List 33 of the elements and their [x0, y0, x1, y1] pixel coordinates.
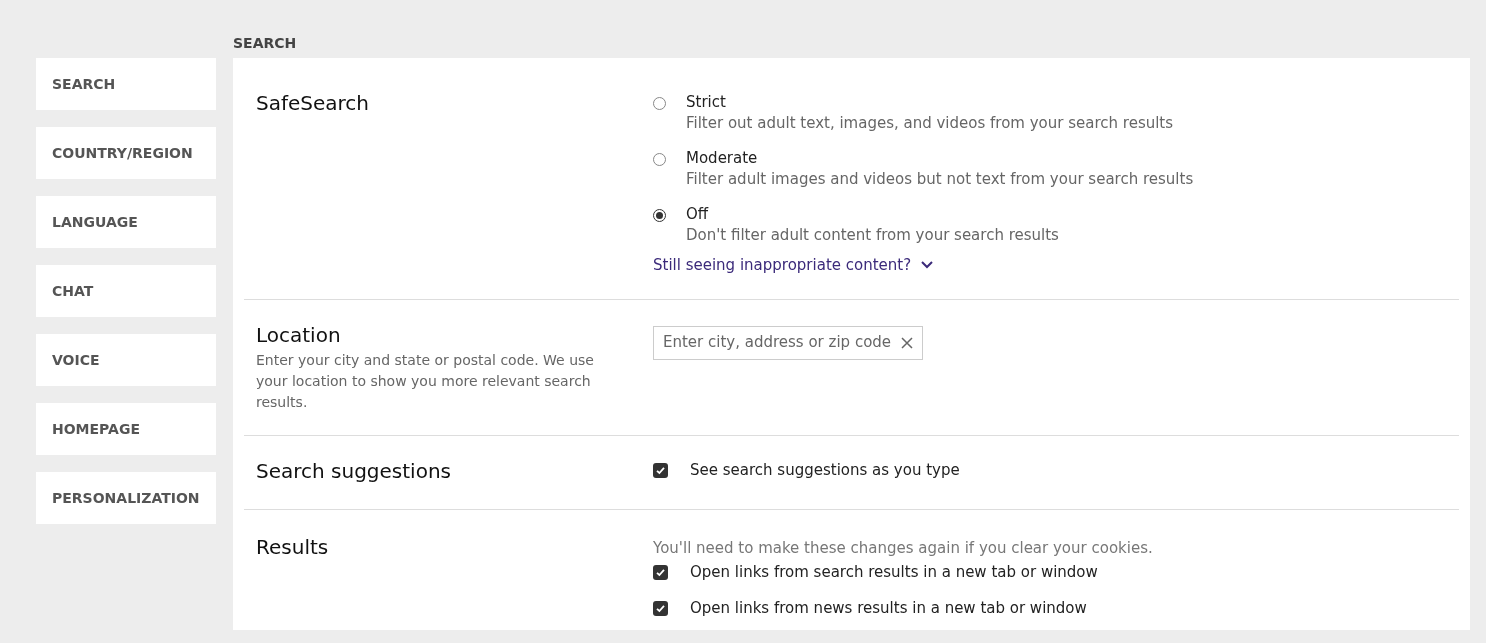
checkbox[interactable] [653, 565, 668, 580]
location-field[interactable]: Enter city, address or zip code [653, 325, 923, 360]
section-description: Enter your city and state or postal code. We use your location to show you more relevant search results. [256, 350, 595, 412]
section-title: Search suggestions [256, 457, 452, 484]
option-label: Strict [686, 92, 727, 112]
checkbox[interactable] [653, 601, 668, 616]
checkbox-label: Open links from search results in a new tab or window [690, 562, 1098, 584]
checkmark-icon [655, 567, 666, 578]
clear-icon[interactable] [901, 336, 913, 349]
sidebar-item[interactable]: VOICE [36, 334, 216, 386]
expand-link[interactable]: Still seeing inappropriate content? [653, 254, 934, 277]
option-label: Off [686, 204, 710, 224]
sidebar-item[interactable]: COUNTRY/REGION [36, 127, 216, 179]
sidebar-item[interactable]: PERSONALIZATION [36, 472, 216, 524]
sidebar-item[interactable]: HOMEPAGE [36, 403, 216, 455]
checkbox-label: Open links from news results in a new tab or window [690, 598, 1087, 620]
section-title: Location [256, 321, 342, 348]
checkbox[interactable] [653, 463, 668, 478]
option-description: Filter out adult text, images, and videos from your search results [686, 113, 1174, 134]
section-title: Results [256, 533, 330, 560]
sidebar-item[interactable]: LANGUAGE [36, 196, 216, 248]
note-text: You'll need to make these changes again if you clear your cookies. [653, 537, 1154, 558]
option-description: Don't filter adult content from your search results [686, 225, 1059, 246]
checkmark-icon [655, 603, 666, 614]
section-heading: SEARCH [233, 34, 298, 53]
option-label: Moderate [686, 148, 759, 168]
option-description: Filter adult images and videos but not text from your search results [686, 169, 1194, 190]
checkbox-label: See search suggestions as you type [690, 460, 960, 482]
sidebar-item[interactable]: SEARCH [36, 58, 216, 110]
section-title: SafeSearch [256, 90, 370, 116]
sidebar-item[interactable]: CHAT [36, 265, 216, 317]
checkmark-icon [655, 465, 666, 476]
chevron-down-icon [921, 261, 934, 270]
